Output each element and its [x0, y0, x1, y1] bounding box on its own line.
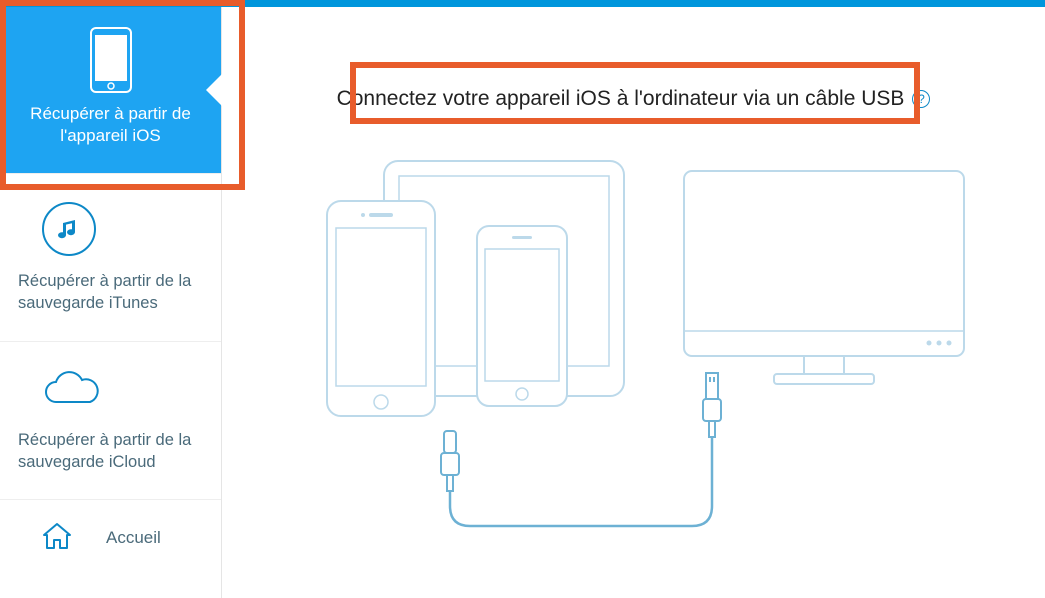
- sidebar: Récupérer à partir de l'appareil iOS Réc…: [0, 7, 222, 598]
- sidebar-item-recover-itunes[interactable]: Récupérer à partir de la sauvegarde iTun…: [0, 174, 221, 342]
- instruction-text: Connectez votre appareil iOS à l'ordinat…: [337, 87, 905, 111]
- top-bar: [0, 0, 1045, 7]
- sidebar-item-recover-device[interactable]: Récupérer à partir de l'appareil iOS: [0, 7, 221, 174]
- sidebar-item-recover-icloud[interactable]: Récupérer à partir de la sauvegarde iClo…: [0, 342, 221, 501]
- sidebar-item-label: Récupérer à partir de la sauvegarde iClo…: [18, 429, 203, 474]
- sidebar-item-label: Récupérer à partir de l'appareil iOS: [18, 103, 203, 147]
- instruction-row: Connectez votre appareil iOS à l'ordinat…: [262, 87, 1005, 111]
- itunes-icon: [42, 202, 96, 256]
- home-icon: [42, 522, 72, 555]
- sidebar-item-home[interactable]: Accueil: [0, 500, 221, 577]
- main-content: Connectez votre appareil iOS à l'ordinat…: [222, 7, 1045, 598]
- sidebar-item-label: Accueil: [106, 527, 161, 550]
- sidebar-item-label: Récupérer à partir de la sauvegarde iTun…: [18, 270, 203, 315]
- connection-illustration: [262, 151, 1005, 531]
- phone-icon: [90, 27, 132, 103]
- cloud-icon: [42, 370, 203, 415]
- help-icon[interactable]: ?: [912, 90, 930, 108]
